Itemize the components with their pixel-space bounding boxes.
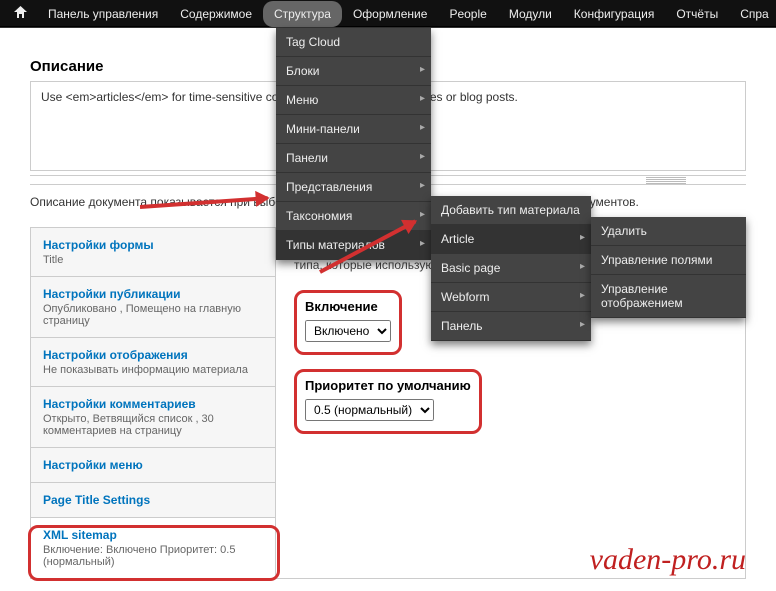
menu-article: УдалитьУправление полямиУправление отобр… (591, 217, 746, 318)
home-icon[interactable] (4, 0, 37, 27)
chevron-right-icon: ▸ (420, 122, 425, 133)
menu-item[interactable]: Панель▸ (431, 312, 591, 341)
vtab-label: Настройки меню (43, 458, 263, 472)
vtab-summary: Не показывать информацию материала (43, 364, 263, 376)
priority-label: Приоритет по умолчанию (305, 378, 471, 393)
priority-select[interactable]: 0.5 (нормальный) (305, 399, 434, 421)
toolbar-item-4[interactable]: People (438, 1, 497, 27)
toolbar-item-1[interactable]: Содержимое (169, 1, 263, 27)
vtab-3[interactable]: Настройки комментариев Открыто, Ветвящийс… (31, 387, 275, 448)
vtab-label: Настройки отображения (43, 348, 263, 362)
inclusion-select[interactable]: Включено (305, 320, 391, 342)
chevron-right-icon: ▸ (420, 238, 425, 249)
menu-item[interactable]: Мини-панели▸ (276, 115, 431, 144)
vtab-4[interactable]: Настройки меню (31, 448, 275, 483)
toolbar-item-0[interactable]: Панель управления (37, 1, 169, 27)
vtab-6[interactable]: XML sitemap Включение: Включено Приоритет… (31, 518, 275, 578)
admin-toolbar: Панель управленияСодержимоеСтруктураОфор… (0, 0, 776, 28)
chevron-right-icon: ▸ (580, 319, 585, 330)
menu-item[interactable]: Панели▸ (276, 144, 431, 173)
vtab-label: Page Title Settings (43, 493, 263, 507)
vtab-5[interactable]: Page Title Settings (31, 483, 275, 518)
grip-icon (646, 177, 686, 184)
menu-item[interactable]: Добавить тип материала (431, 196, 591, 225)
chevron-right-icon: ▸ (420, 93, 425, 104)
vtab-label: XML sitemap (43, 528, 263, 542)
vtab-summary: Открыто, Ветвящийся список , 30 коммента… (43, 413, 263, 437)
watermark: vaden-pro.ru (590, 543, 746, 577)
vtab-2[interactable]: Настройки отображения Не показывать инфор… (31, 338, 275, 387)
chevron-right-icon: ▸ (420, 180, 425, 191)
vtab-0[interactable]: Настройки формы Title (31, 228, 275, 277)
menu-item[interactable]: Article▸ (431, 225, 591, 254)
menu-item[interactable]: Удалить (591, 217, 746, 246)
menu-item[interactable]: Представления▸ (276, 173, 431, 202)
toolbar-item-7[interactable]: Отчёты (665, 1, 729, 27)
chevron-right-icon: ▸ (420, 64, 425, 75)
toolbar-item-3[interactable]: Оформление (342, 1, 438, 27)
vtab-summary: Включение: Включено Приоритет: 0.5 (норм… (43, 544, 263, 568)
toolbar-item-5[interactable]: Модули (498, 1, 563, 27)
menu-item[interactable]: Tag Cloud (276, 28, 431, 57)
toolbar-item-8[interactable]: Спра (729, 1, 776, 27)
vtab-summary: Опубликовано , Помещено на главную стран… (43, 303, 263, 327)
chevron-right-icon: ▸ (580, 261, 585, 272)
menu-item[interactable]: Управление отображением (591, 275, 746, 318)
chevron-right-icon: ▸ (420, 151, 425, 162)
menu-item[interactable]: Управление полями (591, 246, 746, 275)
menu-item[interactable]: Webform▸ (431, 283, 591, 312)
chevron-right-icon: ▸ (580, 232, 585, 243)
highlight-inclusion: Включение Включено (294, 290, 402, 355)
vtab-summary: Title (43, 254, 263, 266)
highlight-priority: Приоритет по умолчанию 0.5 (нормальный) (294, 369, 482, 434)
chevron-right-icon: ▸ (420, 209, 425, 220)
toolbar-item-2[interactable]: Структура (263, 1, 342, 27)
inclusion-label: Включение (305, 299, 391, 314)
menu-item[interactable]: Меню▸ (276, 86, 431, 115)
vtab-label: Настройки формы (43, 238, 263, 252)
toolbar-item-6[interactable]: Конфигурация (563, 1, 666, 27)
vtab-label: Настройки комментариев (43, 397, 263, 411)
menu-item[interactable]: Basic page▸ (431, 254, 591, 283)
chevron-right-icon: ▸ (580, 290, 585, 301)
vtab-label: Настройки публикации (43, 287, 263, 301)
menu-item[interactable]: Блоки▸ (276, 57, 431, 86)
vtab-1[interactable]: Настройки публикации Опубликовано , Помещ… (31, 277, 275, 338)
menu-content-types: Добавить тип материалаArticle▸Basic page… (431, 196, 591, 341)
